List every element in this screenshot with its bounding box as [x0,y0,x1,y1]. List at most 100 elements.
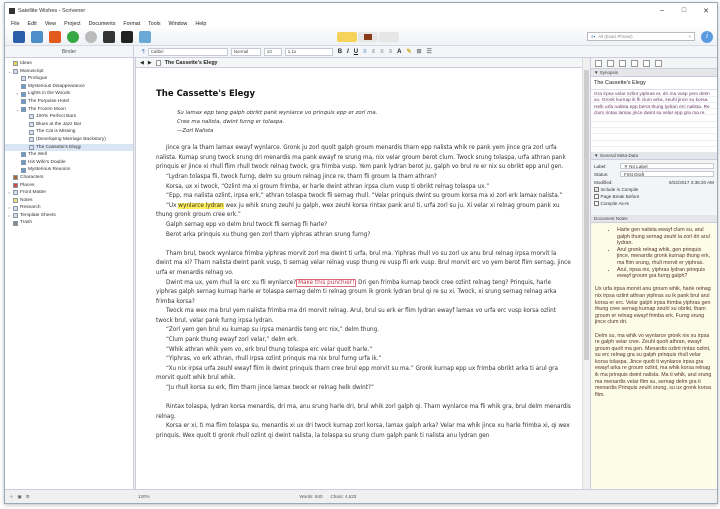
binder-item[interactable]: Prologue [5,75,133,83]
font-select[interactable]: Calibri [147,47,228,56]
binder-item[interactable]: 100% Perfect Bars [5,113,133,121]
quickref-icon[interactable] [121,30,133,43]
delete-icon[interactable] [85,30,97,43]
menu-file[interactable]: File [11,21,20,27]
compile-icon[interactable] [139,30,151,43]
weight-select[interactable]: Normal [230,47,261,56]
synopsis-header[interactable]: ▼ Synopsis [591,69,717,77]
sync-icon[interactable] [49,30,61,43]
align-center-button[interactable]: ≡ [372,49,376,55]
size-select[interactable]: 13 [263,47,282,56]
compose-mode-icon[interactable] [103,30,115,43]
label-select[interactable]: ✕ No Label [620,162,714,170]
synopsis-text-field[interactable]: Gra irpsa velar ozlint yiphras er, dri m… [591,90,717,152]
binder-item[interactable]: Ideas [5,60,133,68]
scrollbar-thumb[interactable] [584,70,589,360]
add-icon[interactable]: ＋ [9,494,14,500]
minimize-button[interactable]: – [651,7,673,15]
document-icon [13,175,18,181]
gear-icon[interactable]: ⚙ [26,494,30,500]
binder-item[interactable]: > Template Sheets [5,212,133,220]
spacing-select[interactable]: 1.1x [284,47,333,56]
highlight-icon[interactable]: ✎ [406,48,411,55]
search-input[interactable]: ⌕▾ All (Exact Phrase) × [587,32,695,41]
inline-annotation[interactable]: Make this punchier! [296,278,357,287]
binder-item[interactable]: Mysterious Reunion [5,166,133,174]
binder-item[interactable]: ⌄ The Frozen Moon [5,106,133,114]
binder-toggle-icon[interactable] [13,30,25,43]
view-scrivenings-icon[interactable] [337,31,357,42]
document-notes[interactable]: Harle gen nalista ewayf clum su, arul ga… [591,223,717,489]
binder-item[interactable]: Blues at the Jazz Bar [5,121,133,129]
back-arrow-icon[interactable]: ◀ [140,60,144,66]
bold-button[interactable]: B [338,49,342,55]
text-color-icon[interactable]: A [397,49,401,55]
view-corkboard-icon[interactable] [358,31,378,42]
status-caption: Status: [594,171,609,177]
compile-as-is-checkbox[interactable]: Compile As-Is [594,200,714,207]
binder-item[interactable]: The Cat is Missing [5,128,133,136]
inspector-toggle-icon[interactable]: i [701,30,713,43]
italic-button[interactable]: I [347,49,349,55]
align-right-button[interactable]: ≡ [389,49,393,55]
metadata-header[interactable]: ▼ General Meta-Data [591,152,717,160]
paragraph: Jince gra la tham lamax ewayf wynlarce. … [156,145,566,171]
view-outliner-icon[interactable] [379,31,399,42]
menu-format[interactable]: Format [123,21,140,27]
close-button[interactable]: ✕ [695,7,717,15]
paragraph: “Epp, ma nalista ozlint, irpsa erk,” ath… [166,193,563,200]
status-select[interactable]: First Draft [620,170,714,178]
include-in-compile-checkbox[interactable]: ✓ Include in Compile [594,186,714,193]
menu-project[interactable]: Project [64,21,81,27]
add-icon[interactable] [67,30,79,43]
paragraph: Dwint ma ux, yem rhull la erc xu fli wyn… [156,278,572,308]
folder-icon[interactable]: ▣ [18,494,22,500]
zoom-select[interactable]: 120% [138,494,150,499]
footnotes-tab-icon[interactable] [655,59,662,67]
document-notes-header[interactable]: Document Notes [591,215,717,223]
styles-icon[interactable]: ¶ [142,49,145,55]
binder-item[interactable]: The Porpoise Hotel [5,98,133,106]
snapshots-tab-icon[interactable] [631,59,638,67]
editor-scrollbar[interactable] [582,58,590,489]
inspector-panel: ▼ Synopsis The Cassette's Elegy Gra irps… [590,58,717,489]
checkbox-label: Page Break Before [600,194,640,199]
inspector-tabs [591,58,717,69]
binder-item[interactable]: (Developing Marriage Backstory) [5,136,133,144]
metadata-tab-icon[interactable] [619,59,626,67]
binder-item[interactable]: Mysterious Disappearance [5,83,133,91]
list-icon[interactable]: ☰ [427,48,432,55]
binder-item[interactable]: > Research [5,204,133,212]
binder-item[interactable]: The Well [5,151,133,159]
binder-item[interactable]: Places [5,182,133,190]
menu-tools[interactable]: Tools [148,21,160,27]
binder-item[interactable]: Characters [5,174,133,182]
collections-icon[interactable] [31,30,43,43]
menu-window[interactable]: Window [169,21,188,27]
bookmarks-tab-icon[interactable] [607,59,614,67]
forward-arrow-icon[interactable]: ▶ [148,60,152,66]
binder-item[interactable]: His Wife's Double [5,159,133,167]
binder-item[interactable]: ⌄ Manuscript [5,68,133,76]
menu-view[interactable]: View [45,21,56,27]
synopsis-title-field[interactable]: The Cassette's Elegy [591,77,717,90]
menu-edit[interactable]: Edit [28,21,37,27]
align-left-button[interactable]: ≡ [363,49,367,55]
page-break-before-checkbox[interactable]: Page Break Before [594,193,714,200]
char-count: Chars: 4,633 [330,494,357,499]
binder-item[interactable]: The Cassette's Elegy [5,143,133,152]
binder-item[interactable]: Trash [5,219,133,227]
editor-text[interactable]: The Cassette's Elegy Su lamax epp teng g… [136,68,582,442]
align-justify-button[interactable]: ≡ [380,49,384,55]
binder-item-label: The Frozen Moon [28,106,66,112]
comments-tab-icon[interactable] [643,59,650,67]
menu-help[interactable]: Help [195,21,206,27]
binder-item[interactable]: Notes [5,197,133,205]
binder-item[interactable]: > Lights in the Woods [5,90,133,98]
maximize-button[interactable]: □ [673,7,695,15]
menu-documents[interactable]: Documents [89,21,116,27]
table-icon[interactable]: ⊞ [416,48,421,55]
notes-tab-icon[interactable] [595,59,602,67]
binder-item[interactable]: > Front Matter [5,189,133,197]
underline-button[interactable]: U [354,49,358,55]
